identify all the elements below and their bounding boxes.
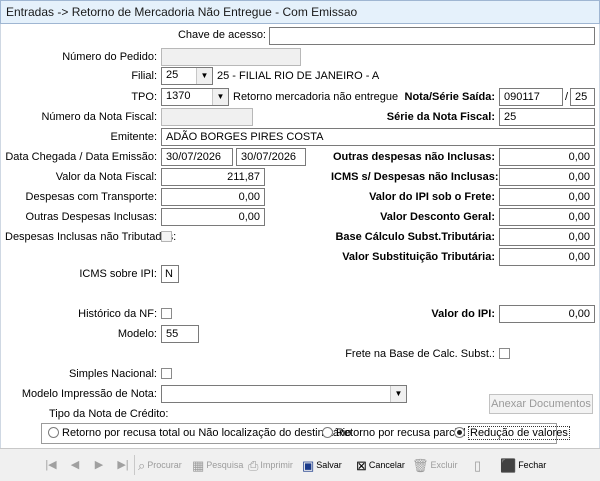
folder-icon: ▯ bbox=[474, 458, 482, 473]
tipo-nota-credito-group: Retorno por recusa total ou Não localiza… bbox=[41, 423, 570, 444]
procurar-button[interactable]: ⌕ Procurar bbox=[138, 454, 182, 476]
printer-icon: ⎙ bbox=[248, 458, 259, 473]
data-emissao-field[interactable]: 30/07/2026 bbox=[236, 148, 306, 166]
trash-icon: 🗑 bbox=[412, 458, 429, 473]
serie-nota-fiscal-field[interactable]: 25 bbox=[499, 108, 595, 126]
valor-nota-fiscal-field[interactable]: 211,87 bbox=[161, 168, 265, 186]
first-record-icon[interactable]: |◀ bbox=[40, 455, 62, 475]
prev-record-icon[interactable]: ◀ bbox=[64, 455, 86, 475]
valor-nota-fiscal-label: Valor da Nota Fiscal: bbox=[55, 171, 157, 183]
last-record-icon[interactable]: ▶| bbox=[112, 455, 134, 475]
next-record-icon[interactable]: ▶ bbox=[88, 455, 110, 475]
valor-desconto-geral-field[interactable]: 0,00 bbox=[499, 208, 595, 226]
tpo-label: TPO: bbox=[131, 91, 157, 103]
outras-despesas-inclusas-label: Outras Despesas Inclusas: bbox=[25, 211, 157, 223]
emitente-field[interactable]: ADÃO BORGES PIRES COSTA bbox=[161, 128, 595, 146]
radio-recusa-parcial[interactable]: Retorno por recusa parcial bbox=[322, 427, 466, 439]
fechar-button[interactable]: ⬛ Fechar bbox=[500, 454, 546, 476]
valor-subst-tributaria-field[interactable]: 0,00 bbox=[499, 248, 595, 266]
radio-reducao-valores[interactable]: Redução de valores bbox=[454, 426, 570, 440]
tpo-select[interactable]: 1370 ▼ bbox=[161, 88, 229, 106]
excluir-button[interactable]: 🗑 Excluir bbox=[412, 454, 458, 476]
historico-nf-checkbox[interactable] bbox=[161, 308, 172, 319]
anexar-documentos-button[interactable]: Anexar Documentos bbox=[489, 394, 593, 414]
icms-despesas-label: ICMS s/ Despesas não Inclusas: bbox=[331, 171, 499, 183]
despesas-transporte-label: Despesas com Transporte: bbox=[25, 191, 157, 203]
data-chegada-field[interactable]: 30/07/2026 bbox=[161, 148, 233, 166]
filial-label: Filial: bbox=[131, 70, 157, 82]
radio-icon bbox=[48, 427, 59, 438]
nota-serie-separator: / bbox=[565, 91, 569, 103]
modelo-impressao-select[interactable]: ▼ bbox=[161, 385, 407, 403]
tpo-value: 1370 bbox=[166, 90, 191, 102]
radio-recusa-total[interactable]: Retorno por recusa total ou Não localiza… bbox=[48, 427, 351, 439]
filial-select[interactable]: 25 ▼ bbox=[161, 67, 213, 85]
cancelar-button[interactable]: ⊠ Cancelar bbox=[356, 454, 405, 476]
pesquisa-button[interactable]: ▦ Pesquisa bbox=[192, 454, 243, 476]
outras-despesas-nao-inclusas-label: Outras despesas não Inclusas: bbox=[332, 151, 495, 163]
icms-despesas-field[interactable]: 0,00 bbox=[499, 168, 595, 186]
numero-pedido-field[interactable] bbox=[161, 48, 301, 66]
binoculars-icon: ⌕ bbox=[138, 458, 146, 473]
filial-value: 25 bbox=[166, 69, 179, 81]
filial-description: 25 - FILIAL RIO DE JANEIRO - A bbox=[217, 70, 380, 82]
chevron-down-icon[interactable]: ▼ bbox=[212, 89, 228, 105]
valor-ipi-frete-label: Valor do IPI sob o Frete: bbox=[369, 191, 495, 203]
valor-ipi-frete-field[interactable]: 0,00 bbox=[499, 188, 595, 206]
modelo-label: Modelo: bbox=[117, 328, 157, 340]
window-title: Entradas -> Retorno de Mercadoria Não En… bbox=[0, 0, 600, 24]
base-calculo-st-field[interactable]: 0,00 bbox=[499, 228, 595, 246]
serie-saida-field[interactable]: 25 bbox=[570, 88, 595, 106]
chevron-down-icon[interactable]: ▼ bbox=[390, 386, 406, 402]
tpo-description: Retorno mercadoria não entregue bbox=[233, 91, 399, 103]
bottom-toolbar: |◀ ◀ ▶ ▶| ⌕ Procurar ▦ Pesquisa ⎙ Imprimir … bbox=[0, 448, 600, 481]
emitente-label: Emitente: bbox=[110, 131, 157, 143]
valor-subst-tributaria-label: Valor Substituição Tributária: bbox=[342, 251, 495, 263]
modelo-impressao-label: Modelo Impressão de Nota: bbox=[21, 388, 157, 400]
numero-pedido-label: Número do Pedido: bbox=[62, 51, 157, 63]
radio-selected-icon bbox=[454, 427, 465, 438]
icms-sobre-ipi-label: ICMS sobre IPI: bbox=[79, 268, 157, 280]
chave-acesso-field[interactable] bbox=[269, 27, 595, 45]
outras-despesas-inclusas-field[interactable]: 0,00 bbox=[161, 208, 265, 226]
numero-nota-fiscal-label: Número da Nota Fiscal: bbox=[41, 111, 157, 123]
despesas-nao-tributadas-checkbox[interactable] bbox=[161, 231, 172, 242]
nota-serie-saida-label: Nota/Série Saída: bbox=[404, 91, 495, 103]
modelo-field[interactable]: 55 bbox=[161, 325, 199, 343]
imprimir-button[interactable]: ⎙ Imprimir bbox=[248, 454, 293, 476]
despesas-transporte-field[interactable]: 0,00 bbox=[161, 188, 265, 206]
datas-label: Data Chegada / Data Emissão: bbox=[5, 151, 157, 163]
serie-nota-fiscal-label: Série da Nota Fiscal: bbox=[386, 111, 495, 123]
valor-desconto-geral-label: Valor Desconto Geral: bbox=[380, 211, 495, 223]
base-calculo-st-label: Base Cálculo Subst.Tributária: bbox=[335, 231, 495, 243]
despesas-nao-tributadas-label: Despesas Inclusas não Tributadas: bbox=[5, 231, 177, 243]
floppy-disk-icon: ▣ bbox=[302, 458, 315, 473]
frete-base-calc-checkbox[interactable] bbox=[499, 348, 510, 359]
extra-button[interactable]: ▯ bbox=[474, 454, 483, 476]
salvar-button[interactable]: ▣ Salvar bbox=[302, 454, 342, 476]
historico-nf-label: Histórico da NF: bbox=[78, 308, 157, 320]
cancel-icon: ⊠ bbox=[356, 458, 367, 473]
grid-icon: ▦ bbox=[192, 458, 205, 473]
radio-icon bbox=[322, 427, 333, 438]
toolbar-separator bbox=[134, 455, 135, 475]
valor-ipi-field[interactable]: 0,00 bbox=[499, 305, 595, 323]
icms-sobre-ipi-field[interactable]: N bbox=[161, 265, 179, 283]
numero-nota-fiscal-field[interactable] bbox=[161, 108, 253, 126]
simples-nacional-checkbox[interactable] bbox=[161, 368, 172, 379]
chave-acesso-label: Chave de acesso: bbox=[177, 29, 266, 41]
nota-saida-field[interactable]: 090117 bbox=[499, 88, 563, 106]
chevron-down-icon[interactable]: ▼ bbox=[196, 68, 212, 84]
tipo-nota-credito-label: Tipo da Nota de Crédito: bbox=[49, 408, 169, 420]
exit-door-icon: ⬛ bbox=[500, 458, 517, 473]
simples-nacional-label: Simples Nacional: bbox=[68, 368, 157, 380]
valor-ipi-label: Valor do IPI: bbox=[431, 308, 495, 320]
form-area: Chave de acesso: Número do Pedido: Filia… bbox=[0, 24, 600, 448]
frete-base-calc-label: Frete na Base de Calc. Subst.: bbox=[345, 348, 495, 360]
outras-despesas-nao-inclusas-field[interactable]: 0,00 bbox=[499, 148, 595, 166]
